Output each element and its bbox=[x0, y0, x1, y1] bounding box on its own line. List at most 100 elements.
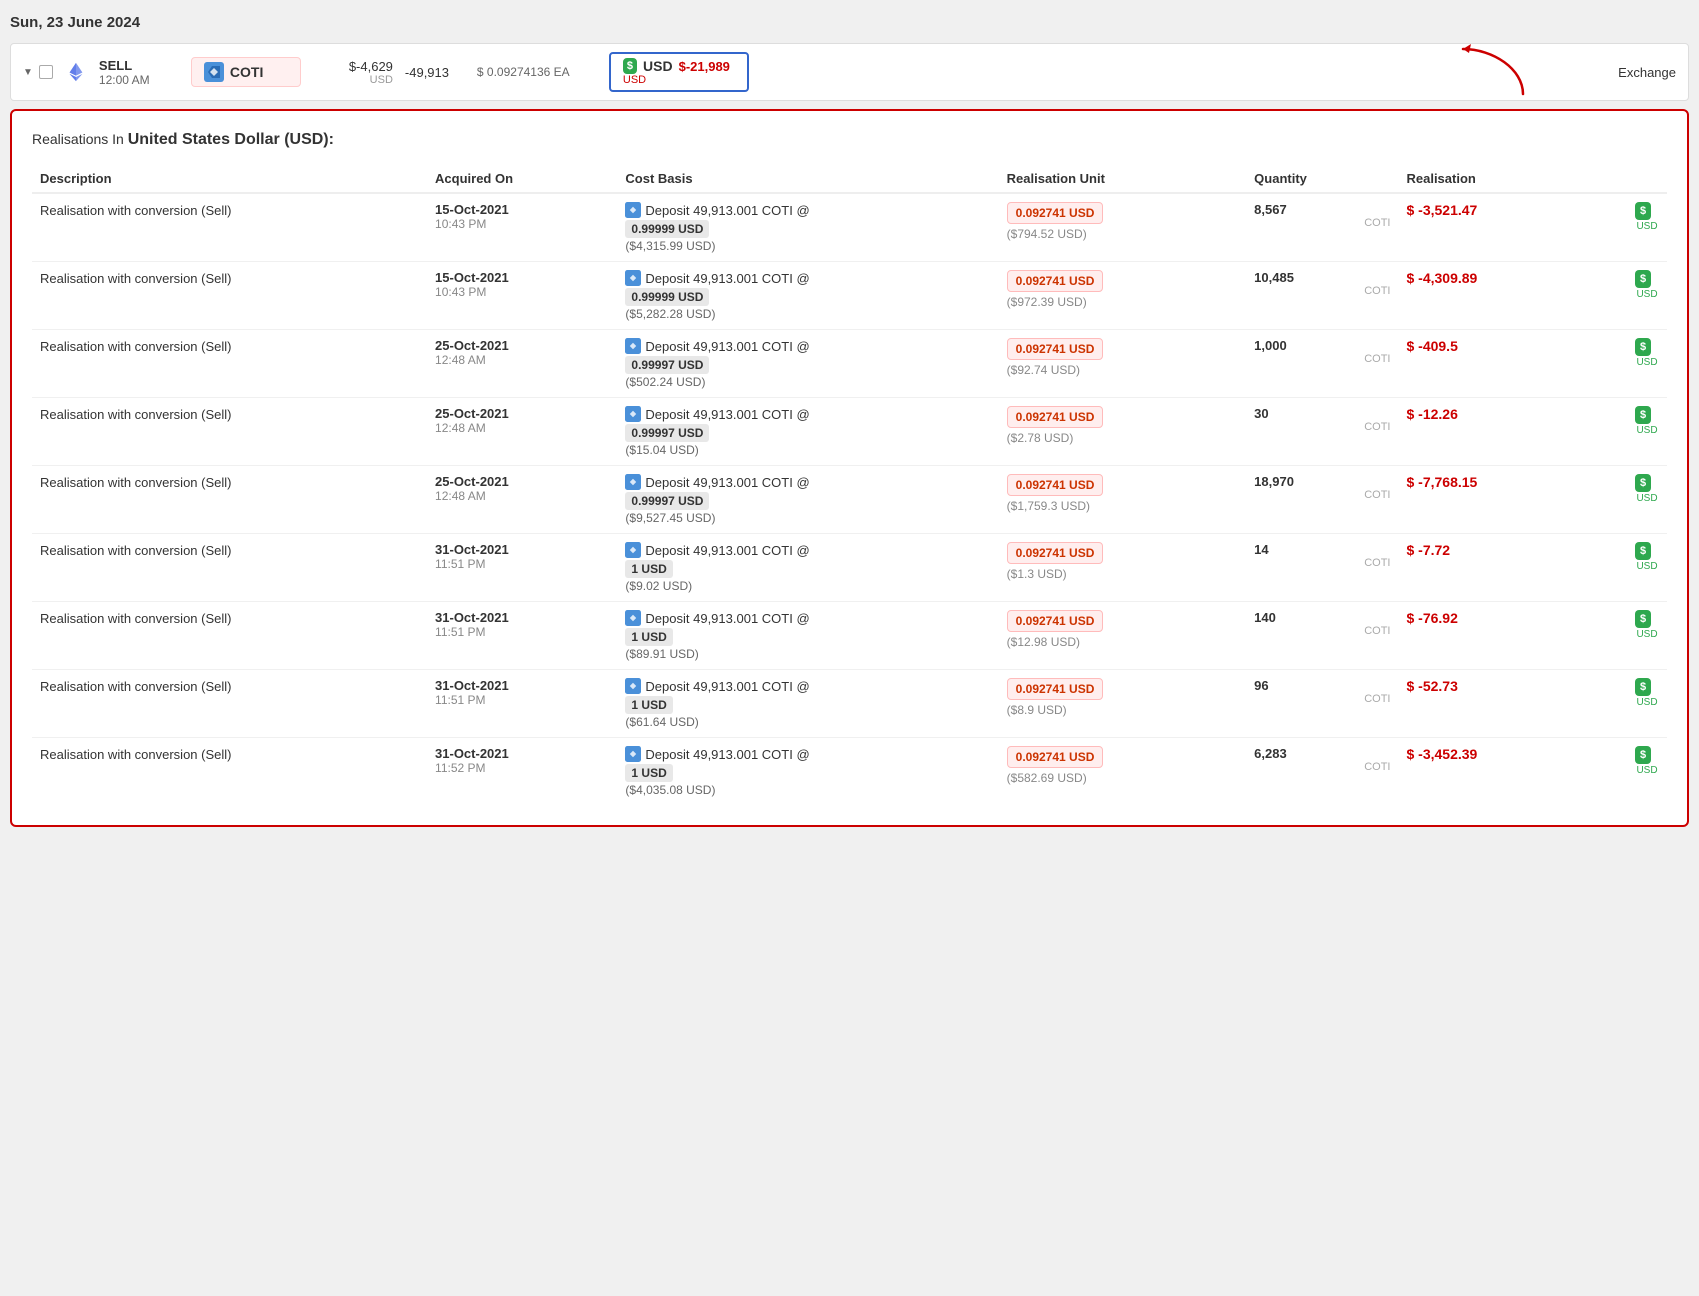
table-header-row: Description Acquired On Cost Basis Reali… bbox=[32, 165, 1667, 193]
expand-control[interactable]: ▼ bbox=[23, 65, 53, 79]
col-real-unit: Realisation Unit bbox=[999, 165, 1247, 193]
asset-name: COTI bbox=[204, 62, 263, 82]
cell-cost-basis: Deposit 49,913.001 COTI @ 1 USD ($61.64 … bbox=[617, 670, 998, 738]
cell-realisation-value: $ -76.92 bbox=[1398, 602, 1627, 670]
cell-realisation-value: $ -12.26 bbox=[1398, 398, 1627, 466]
exchange-label: Exchange bbox=[1618, 65, 1676, 80]
cell-usd-badge: $ USD bbox=[1627, 330, 1667, 398]
cell-description: Realisation with conversion (Sell) bbox=[32, 602, 427, 670]
cell-usd-badge: $ USD bbox=[1627, 602, 1667, 670]
cell-quantity: 140 COTI bbox=[1246, 602, 1398, 670]
cell-realisation-unit: 0.092741 USD ($92.74 USD) bbox=[999, 330, 1247, 398]
cell-usd-badge: $ USD bbox=[1627, 670, 1667, 738]
cell-quantity: 6,283 COTI bbox=[1246, 738, 1398, 806]
price-block: $ 0.09274136 EA bbox=[477, 65, 597, 79]
deposit-coti-icon bbox=[625, 406, 641, 422]
cell-usd-badge: $ USD bbox=[1627, 466, 1667, 534]
transaction-row: ▼ SELL 12:00 AM COTI bbox=[10, 43, 1689, 101]
cell-acquired: 25-Oct-2021 12:48 AM bbox=[427, 398, 617, 466]
arrow-annotation bbox=[1453, 39, 1533, 102]
row-checkbox[interactable] bbox=[39, 65, 53, 79]
cell-acquired: 25-Oct-2021 12:48 AM bbox=[427, 466, 617, 534]
col-acquired: Acquired On bbox=[427, 165, 617, 193]
cell-cost-basis: Deposit 49,913.001 COTI @ 1 USD ($9.02 U… bbox=[617, 534, 998, 602]
cell-cost-basis: Deposit 49,913.001 COTI @ 0.99997 USD ($… bbox=[617, 466, 998, 534]
coti-icon bbox=[204, 62, 224, 82]
cell-description: Realisation with conversion (Sell) bbox=[32, 466, 427, 534]
deposit-coti-icon bbox=[625, 746, 641, 762]
col-description: Description bbox=[32, 165, 427, 193]
deposit-coti-icon bbox=[625, 338, 641, 354]
usd-block-label: USD bbox=[643, 58, 673, 74]
table-row: Realisation with conversion (Sell) 25-Oc… bbox=[32, 330, 1667, 398]
cell-cost-basis: Deposit 49,913.001 COTI @ 0.99997 USD ($… bbox=[617, 330, 998, 398]
amount-value: $-4,629 bbox=[349, 59, 393, 74]
cell-quantity: 96 COTI bbox=[1246, 670, 1398, 738]
cell-description: Realisation with conversion (Sell) bbox=[32, 193, 427, 262]
cell-quantity: 1,000 COTI bbox=[1246, 330, 1398, 398]
cell-acquired: 15-Oct-2021 10:43 PM bbox=[427, 262, 617, 330]
cell-description: Realisation with conversion (Sell) bbox=[32, 670, 427, 738]
realisations-title: Realisations In United States Dollar (US… bbox=[32, 131, 1667, 149]
table-row: Realisation with conversion (Sell) 15-Oc… bbox=[32, 262, 1667, 330]
asset-block: COTI bbox=[191, 57, 301, 87]
table-row: Realisation with conversion (Sell) 25-Oc… bbox=[32, 466, 1667, 534]
usd-block: $ USD $-21,989 USD bbox=[609, 52, 749, 92]
cell-realisation-unit: 0.092741 USD ($794.52 USD) bbox=[999, 193, 1247, 262]
cell-realisation-value: $ -7.72 bbox=[1398, 534, 1627, 602]
cell-realisation-value: $ -4,309.89 bbox=[1398, 262, 1627, 330]
cell-realisation-unit: 0.092741 USD ($972.39 USD) bbox=[999, 262, 1247, 330]
cell-quantity: 14 COTI bbox=[1246, 534, 1398, 602]
cell-description: Realisation with conversion (Sell) bbox=[32, 534, 427, 602]
quantity-block: -49,913 bbox=[405, 65, 465, 80]
cell-acquired: 25-Oct-2021 12:48 AM bbox=[427, 330, 617, 398]
table-row: Realisation with conversion (Sell) 31-Oc… bbox=[32, 534, 1667, 602]
col-realisation: Realisation bbox=[1398, 165, 1627, 193]
cell-cost-basis: Deposit 49,913.001 COTI @ 0.99999 USD ($… bbox=[617, 193, 998, 262]
cell-realisation-unit: 0.092741 USD ($1.3 USD) bbox=[999, 534, 1247, 602]
cell-description: Realisation with conversion (Sell) bbox=[32, 398, 427, 466]
cell-quantity: 30 COTI bbox=[1246, 398, 1398, 466]
deposit-coti-icon bbox=[625, 678, 641, 694]
cell-acquired: 31-Oct-2021 11:51 PM bbox=[427, 670, 617, 738]
amount-currency: USD bbox=[370, 74, 393, 86]
usd-block-header: $ USD $-21,989 bbox=[623, 58, 730, 74]
cell-quantity: 8,567 COTI bbox=[1246, 193, 1398, 262]
col-currency bbox=[1627, 165, 1667, 193]
cell-usd-badge: $ USD bbox=[1627, 738, 1667, 806]
date-header: Sun, 23 June 2024 bbox=[10, 10, 1689, 35]
table-row: Realisation with conversion (Sell) 31-Oc… bbox=[32, 602, 1667, 670]
col-quantity: Quantity bbox=[1246, 165, 1398, 193]
cell-realisation-value: $ -52.73 bbox=[1398, 670, 1627, 738]
cell-realisation-unit: 0.092741 USD ($12.98 USD) bbox=[999, 602, 1247, 670]
amount-block: $-4,629 USD bbox=[313, 59, 393, 86]
cell-realisation-value: $ -7,768.15 bbox=[1398, 466, 1627, 534]
transaction-type-block: SELL 12:00 AM bbox=[99, 58, 179, 87]
cell-cost-basis: Deposit 49,913.001 COTI @ 0.99999 USD ($… bbox=[617, 262, 998, 330]
cell-description: Realisation with conversion (Sell) bbox=[32, 738, 427, 806]
cell-acquired: 31-Oct-2021 11:51 PM bbox=[427, 602, 617, 670]
usd-block-amount: $-21,989 bbox=[679, 59, 730, 74]
cell-description: Realisation with conversion (Sell) bbox=[32, 330, 427, 398]
expand-arrow[interactable]: ▼ bbox=[23, 67, 33, 78]
cell-acquired: 15-Oct-2021 10:43 PM bbox=[427, 193, 617, 262]
table-row: Realisation with conversion (Sell) 25-Oc… bbox=[32, 398, 1667, 466]
ethereum-icon bbox=[65, 61, 87, 83]
deposit-coti-icon bbox=[625, 610, 641, 626]
cell-acquired: 31-Oct-2021 11:52 PM bbox=[427, 738, 617, 806]
cell-realisation-unit: 0.092741 USD ($1,759.3 USD) bbox=[999, 466, 1247, 534]
cell-cost-basis: Deposit 49,913.001 COTI @ 1 USD ($4,035.… bbox=[617, 738, 998, 806]
realisations-table: Description Acquired On Cost Basis Reali… bbox=[32, 165, 1667, 805]
table-row: Realisation with conversion (Sell) 31-Oc… bbox=[32, 738, 1667, 806]
cell-usd-badge: $ USD bbox=[1627, 398, 1667, 466]
cell-usd-badge: $ USD bbox=[1627, 262, 1667, 330]
cell-realisation-unit: 0.092741 USD ($582.69 USD) bbox=[999, 738, 1247, 806]
col-cost-basis: Cost Basis bbox=[617, 165, 998, 193]
transaction-time: 12:00 AM bbox=[99, 73, 150, 87]
deposit-coti-icon bbox=[625, 270, 641, 286]
table-row: Realisation with conversion (Sell) 31-Oc… bbox=[32, 670, 1667, 738]
transaction-type: SELL bbox=[99, 58, 132, 73]
cell-usd-badge: $ USD bbox=[1627, 534, 1667, 602]
cell-quantity: 10,485 COTI bbox=[1246, 262, 1398, 330]
cell-realisation-unit: 0.092741 USD ($2.78 USD) bbox=[999, 398, 1247, 466]
